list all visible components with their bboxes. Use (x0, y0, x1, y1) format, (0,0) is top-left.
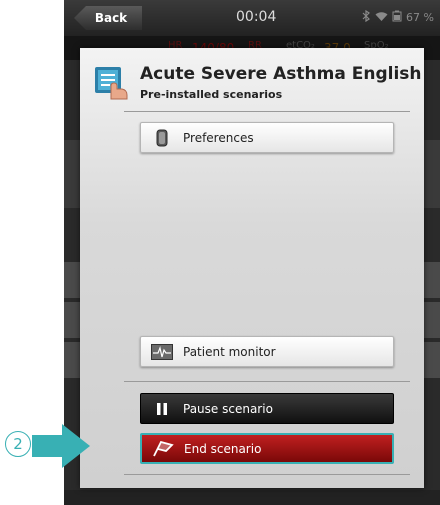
pause-scenario-label: Pause scenario (183, 401, 273, 416)
status-bar: Back 00:04 67 % (64, 0, 440, 36)
pause-scenario-button[interactable]: Pause scenario (140, 393, 394, 424)
dialog-subtitle: Pre-installed scenarios (140, 88, 283, 101)
back-button[interactable]: Back (74, 6, 142, 30)
scenario-dialog: Acute Severe Asthma English Pre-installe… (80, 48, 424, 488)
bluetooth-icon (362, 9, 371, 25)
callout-arrow-icon (32, 424, 90, 468)
end-scenario-label: End scenario (184, 441, 262, 456)
battery-icon (392, 10, 402, 25)
end-flag-icon (152, 440, 174, 458)
wifi-icon (375, 11, 388, 25)
divider (124, 111, 410, 112)
phone-icon (151, 129, 173, 147)
clock: 00:04 (236, 9, 277, 25)
background-panel (424, 342, 440, 378)
monitor-waveform-icon (151, 343, 173, 361)
preferences-button[interactable]: Preferences (140, 122, 394, 153)
end-scenario-button[interactable]: End scenario (140, 433, 394, 464)
background-panel (64, 302, 80, 338)
status-icons: 67 % (362, 9, 434, 25)
background-panel (424, 262, 440, 298)
divider (124, 474, 410, 475)
battery-percent: 67 % (406, 11, 434, 24)
dialog-title: Acute Severe Asthma English (140, 64, 422, 84)
patient-monitor-button[interactable]: Patient monitor (140, 336, 394, 367)
preferences-label: Preferences (183, 130, 254, 145)
background-panel (64, 342, 80, 378)
scenario-app-icon (94, 66, 128, 100)
divider (124, 381, 410, 382)
callout-number: 2 (5, 431, 31, 457)
device-screen: Back 00:04 67 % HR 140/80 RR etCO₂ 37.0 … (64, 0, 440, 505)
pause-icon (151, 400, 173, 418)
background-panel (64, 262, 80, 298)
background-footer (64, 490, 440, 505)
patient-monitor-label: Patient monitor (183, 344, 276, 359)
background-panel (424, 302, 440, 338)
